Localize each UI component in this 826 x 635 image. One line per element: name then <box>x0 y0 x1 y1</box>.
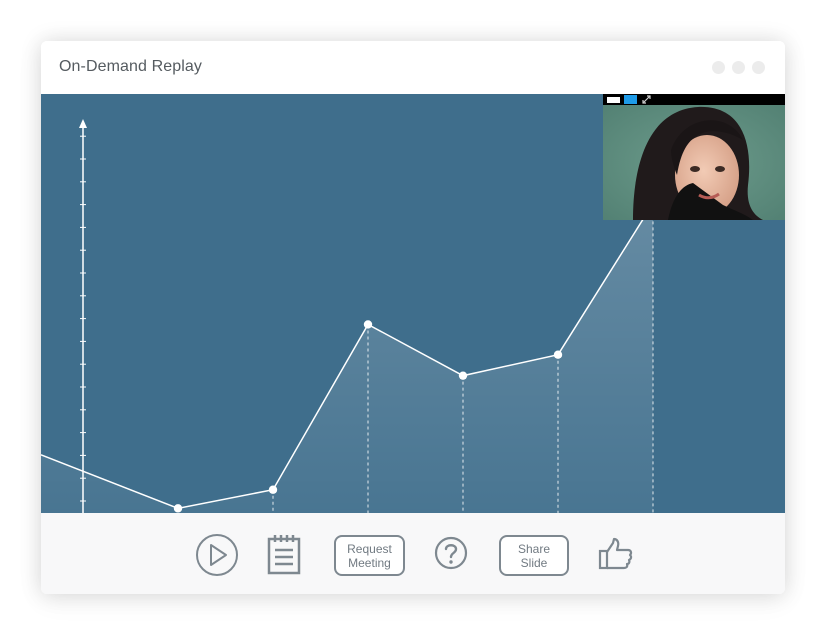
title-bar: On-Demand Replay <box>41 41 785 94</box>
series-area <box>41 203 653 513</box>
question-icon[interactable] <box>433 535 469 571</box>
y-axis-arrow <box>79 119 87 128</box>
window-title: On-Demand Replay <box>59 58 202 75</box>
data-point <box>268 485 278 494</box>
notepad-icon[interactable] <box>266 535 302 575</box>
data-point <box>173 504 183 513</box>
window-dot-2[interactable] <box>732 61 745 74</box>
presentation-stage <box>41 94 785 513</box>
presenter-video[interactable] <box>603 94 785 220</box>
share-slide-label: Share Slide <box>517 541 551 570</box>
thumbs-up-icon[interactable] <box>598 537 634 571</box>
expand-icon[interactable] <box>641 94 652 105</box>
bottom-toolbar: Request Meeting Share Slide <box>41 513 785 594</box>
replay-window: On-Demand Replay Request Meeting Share S… <box>41 41 785 594</box>
window-dot-3[interactable] <box>752 61 765 74</box>
request-meeting-button[interactable]: Request Meeting <box>334 535 405 576</box>
window-dot-1[interactable] <box>712 61 725 74</box>
data-point <box>363 320 373 329</box>
share-slide-button[interactable]: Share Slide <box>499 535 569 576</box>
video-blue-tab[interactable] <box>624 95 637 104</box>
video-control-bar <box>603 94 785 105</box>
play-icon[interactable] <box>195 533 239 577</box>
presenter-image <box>603 105 785 220</box>
request-meeting-label: Request Meeting <box>347 541 392 570</box>
window-controls <box>712 61 765 74</box>
video-white-tab[interactable] <box>607 97 620 103</box>
data-point <box>458 371 468 380</box>
data-point <box>553 350 563 359</box>
